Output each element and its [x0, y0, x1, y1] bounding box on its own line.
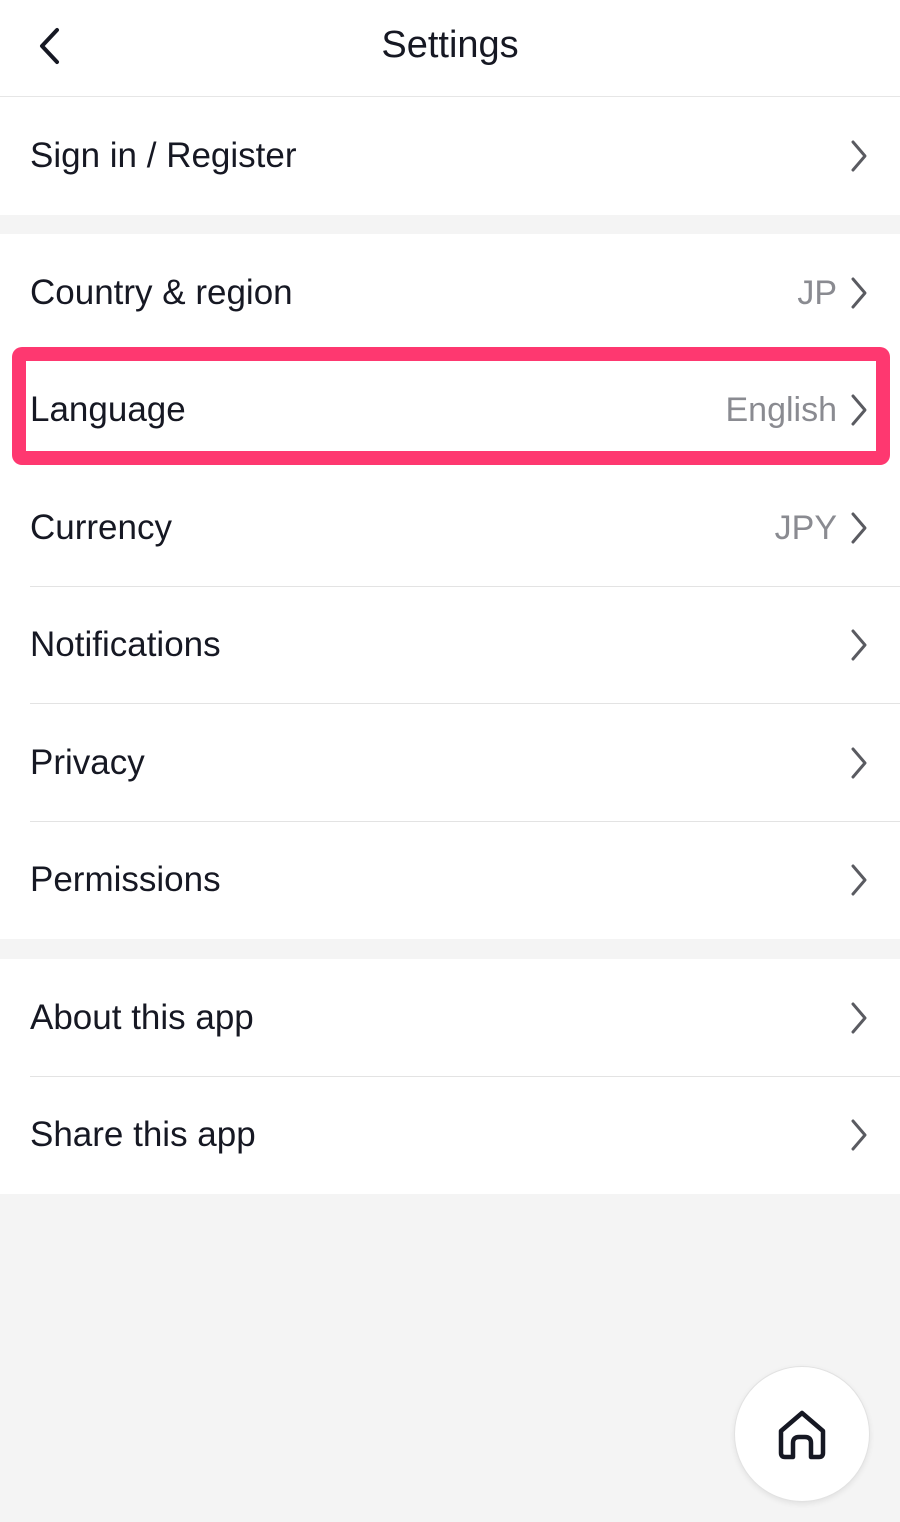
row-label: Share this app [30, 1115, 256, 1155]
account-section: Sign in / Register [0, 97, 900, 215]
chevron-right-icon [848, 628, 870, 662]
about-section: About this app Share this app [0, 959, 900, 1194]
chevron-right-icon [848, 1118, 870, 1152]
chevron-right-icon [848, 863, 870, 897]
chevron-right-icon [848, 139, 870, 173]
chevron-right-icon [848, 276, 870, 310]
row-label: Currency [30, 507, 172, 547]
header-bar: Settings [0, 0, 900, 97]
settings-row-share[interactable]: Share this app [0, 1077, 900, 1195]
settings-row-language[interactable]: Language English [0, 352, 900, 470]
settings-row-currency[interactable]: Currency JPY [0, 469, 900, 587]
chevron-right-icon [848, 511, 870, 545]
row-value: JPY [774, 508, 837, 547]
settings-row-country-region[interactable]: Country & region JP [0, 234, 900, 352]
row-value: JP [797, 273, 837, 312]
row-label: Privacy [30, 742, 145, 782]
page-title: Settings [381, 24, 519, 66]
chevron-right-icon [848, 1001, 870, 1035]
chevron-right-icon [848, 393, 870, 427]
row-label: Country & region [30, 272, 293, 312]
row-value: English [725, 391, 837, 430]
home-icon [778, 1410, 826, 1460]
settings-row-permissions[interactable]: Permissions [0, 822, 900, 940]
preferences-section: Country & region JP Language English Cur… [0, 234, 900, 939]
chevron-right-icon [848, 746, 870, 780]
row-label: Permissions [30, 860, 221, 900]
settings-row-notifications[interactable]: Notifications [0, 587, 900, 704]
row-label: About this app [30, 997, 254, 1037]
settings-screen: Settings Sign in / Register Country & re… [0, 0, 900, 1522]
settings-row-sign-in[interactable]: Sign in / Register [0, 97, 900, 215]
row-label: Sign in / Register [30, 135, 297, 175]
row-label: Notifications [30, 625, 221, 665]
settings-row-privacy[interactable]: Privacy [0, 704, 900, 822]
row-label: Language [30, 390, 186, 430]
home-button[interactable] [734, 1366, 870, 1502]
settings-row-about[interactable]: About this app [0, 959, 900, 1077]
